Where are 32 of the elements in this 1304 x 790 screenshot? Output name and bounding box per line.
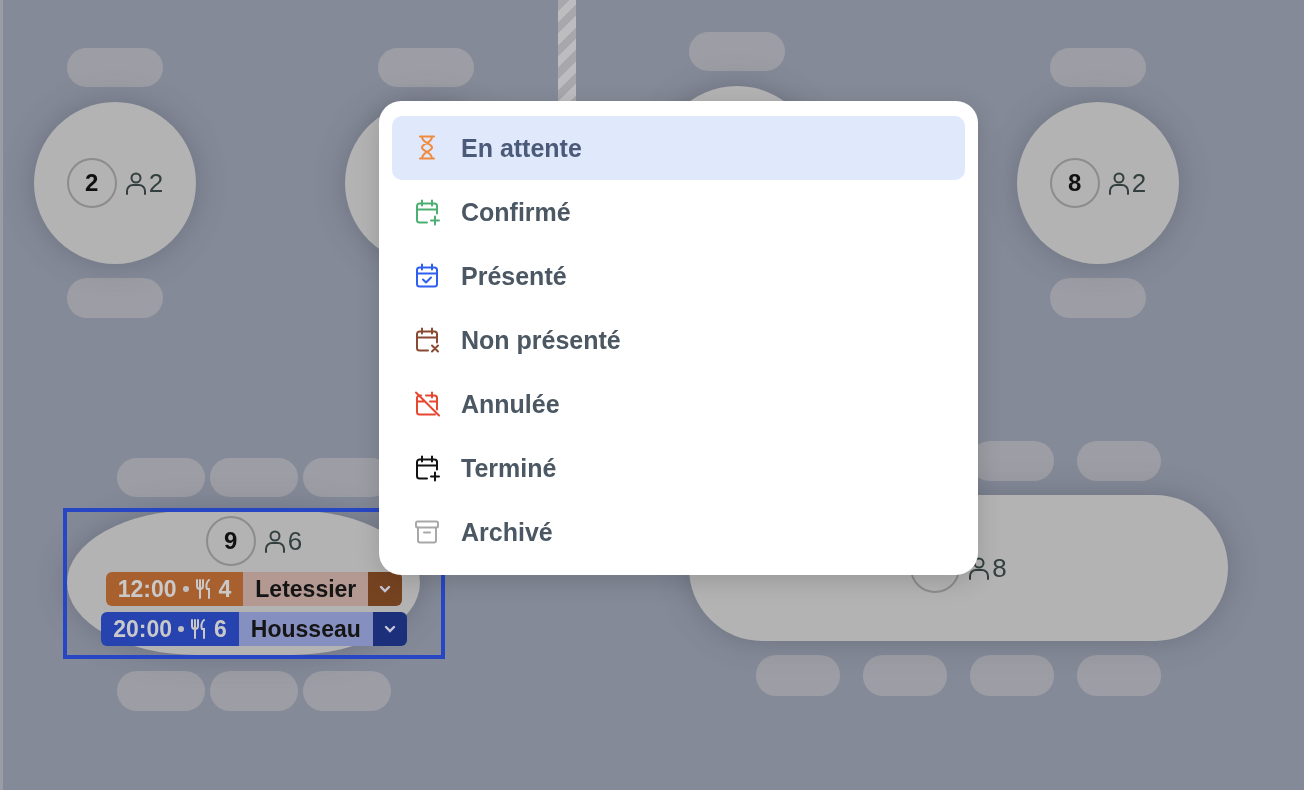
person-icon xyxy=(263,529,286,553)
separator-dot xyxy=(178,626,185,632)
menu-item[interactable]: Annulée xyxy=(392,372,965,436)
guest-count: 6 xyxy=(287,525,303,557)
guest-name[interactable]: Housseau xyxy=(238,612,373,646)
chevron-down-icon xyxy=(383,625,396,633)
menu-item[interactable]: En attente xyxy=(392,116,965,180)
person-icon xyxy=(1107,171,1130,195)
reservation-time: 12:00 xyxy=(117,575,177,603)
separator-dot xyxy=(182,586,189,592)
dropdown-button[interactable] xyxy=(372,612,407,646)
person-icon xyxy=(124,171,147,195)
menu-item[interactable]: Archivé xyxy=(392,500,965,564)
guest-count: 2 xyxy=(1131,167,1147,199)
table-number: 9 xyxy=(205,516,256,566)
guest-name[interactable]: Letessier xyxy=(243,572,369,606)
fork-knife-icon xyxy=(194,579,213,599)
party-size: 4 xyxy=(218,575,232,603)
party-size: 6 xyxy=(214,615,227,643)
table-number: 8 xyxy=(1049,158,1100,208)
chevron-down-icon xyxy=(379,585,392,593)
guest-count: 8 xyxy=(992,552,1007,584)
reservation-time: 20:00 xyxy=(113,615,173,643)
time-segment[interactable]: 20:00 6 xyxy=(101,612,239,646)
dropdown-button[interactable] xyxy=(368,572,403,606)
table-number: 2 xyxy=(66,158,117,208)
guest-count: 2 xyxy=(148,167,164,199)
menu-item[interactable]: Confirmé xyxy=(392,180,965,244)
menu-item[interactable]: Non présenté xyxy=(392,308,965,372)
menu-item[interactable]: Présenté xyxy=(392,244,965,308)
person-icon xyxy=(968,556,991,580)
menu-item[interactable]: Terminé xyxy=(392,436,965,500)
